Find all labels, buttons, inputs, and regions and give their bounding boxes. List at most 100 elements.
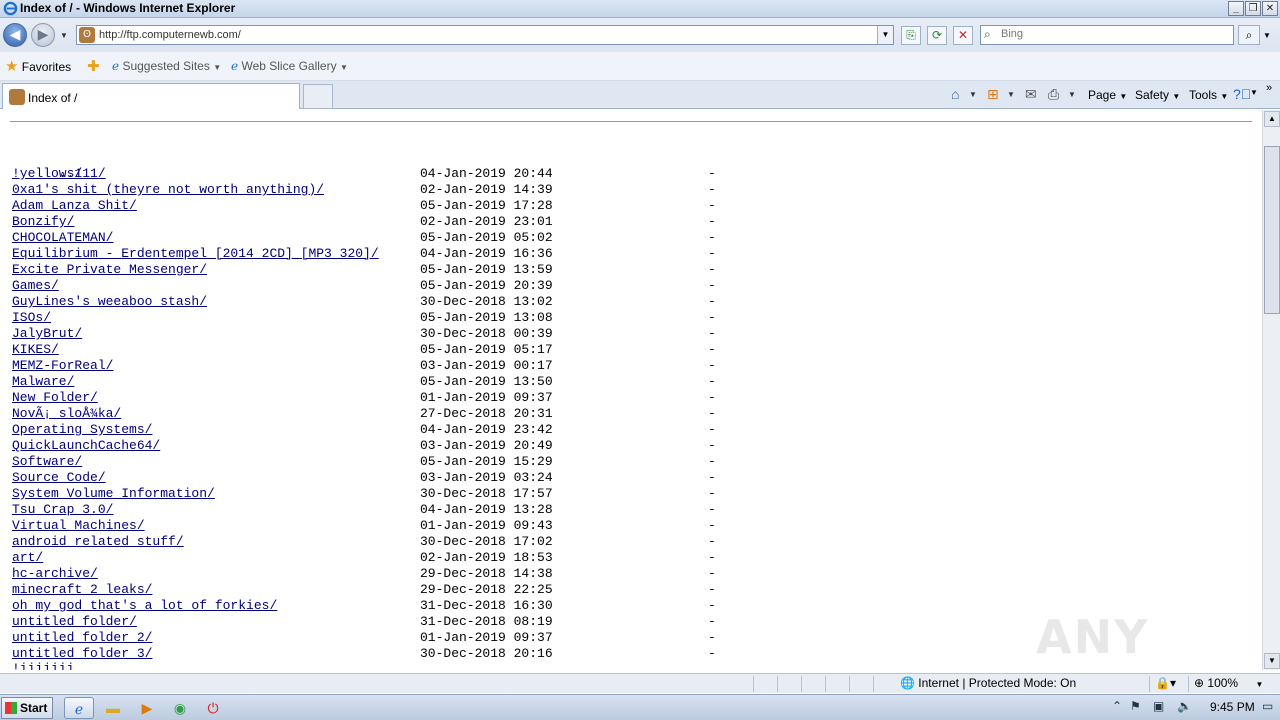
safety-menu[interactable]: Safety ▼ bbox=[1135, 88, 1180, 102]
modified-date: 30-Dec-2018 17:02 bbox=[420, 534, 553, 549]
scroll-down-button[interactable]: ▼ bbox=[1264, 653, 1280, 669]
search-box[interactable]: ⌕ bbox=[980, 25, 1234, 45]
directory-link[interactable]: android related stuff/ bbox=[12, 534, 184, 549]
maximize-button[interactable]: ❐ bbox=[1245, 1, 1261, 16]
taskbar: Start ℯ ▬ ▶ ◉ ⏻ ⌃ ⚑ ▣ 🔈 9:45 PM ▭ bbox=[0, 694, 1280, 720]
start-button[interactable]: Start bbox=[1, 697, 53, 719]
directory-link[interactable]: 0xa1's shit (theyre not worth anything)/ bbox=[12, 182, 324, 197]
internet-explorer-icon bbox=[3, 1, 18, 16]
chevron-down-icon[interactable]: ▼ bbox=[1068, 90, 1076, 99]
chevron-down-icon[interactable]: ▼ bbox=[1250, 88, 1258, 97]
show-desktop-icon[interactable]: ▭ bbox=[1262, 699, 1273, 713]
chevron-down-icon[interactable]: ▼ bbox=[969, 90, 977, 99]
favorites-button[interactable]: ★ Favorites bbox=[5, 57, 71, 75]
search-button[interactable]: ⌕ bbox=[1238, 25, 1260, 45]
taskbar-media-player-icon[interactable]: ▶ bbox=[132, 697, 162, 719]
vertical-scrollbar[interactable]: ▲ ▼ bbox=[1262, 110, 1280, 670]
mail-icon[interactable]: ✉ bbox=[1025, 86, 1037, 103]
directory-link[interactable]: oh my god that's a lot of forkies/ bbox=[12, 598, 277, 613]
directory-link[interactable]: QuickLaunchCache64/ bbox=[12, 438, 160, 453]
modified-date: 05-Jan-2019 13:50 bbox=[420, 374, 553, 389]
directory-link[interactable]: Bonzify/ bbox=[12, 214, 74, 229]
directory-link[interactable]: untitled folder/ bbox=[12, 614, 137, 629]
modified-date: 31-Dec-2018 08:19 bbox=[420, 614, 553, 629]
refresh-button[interactable]: ⟳ bbox=[927, 26, 947, 45]
directory-link[interactable]: Operating Systems/ bbox=[12, 422, 152, 437]
volume-icon[interactable]: 🔈 bbox=[1177, 699, 1192, 713]
tab-index[interactable]: Index of / bbox=[2, 83, 300, 109]
favorites-label: Favorites bbox=[21, 60, 72, 74]
web-slice-gallery-button[interactable]: ℯ Web Slice Gallery ▼ bbox=[231, 59, 348, 73]
directory-link[interactable]: untitled folder 3/ bbox=[12, 646, 152, 661]
stop-button[interactable]: ✕ bbox=[953, 26, 973, 45]
modified-date: 27-Dec-2018 20:31 bbox=[420, 406, 553, 421]
taskbar-chrome-icon[interactable]: ◉ bbox=[165, 697, 195, 719]
directory-link[interactable]: untitled folder 2/ bbox=[12, 630, 152, 645]
directory-link[interactable]: Source Code/ bbox=[12, 470, 106, 485]
directory-link[interactable]: Adam Lanza Shit/ bbox=[12, 198, 137, 213]
clock[interactable]: 9:45 PM bbox=[1210, 700, 1255, 714]
directory-link[interactable]: ISOs/ bbox=[12, 310, 51, 325]
directory-link[interactable]: Tsu Crap 3.0/ bbox=[12, 502, 113, 517]
scroll-thumb[interactable] bbox=[1264, 146, 1280, 314]
directory-link[interactable]: Games/ bbox=[12, 278, 59, 293]
close-button[interactable]: ✕ bbox=[1262, 1, 1278, 16]
forward-button[interactable]: ▶ bbox=[31, 23, 55, 47]
directory-link[interactable]: Software/ bbox=[12, 454, 82, 469]
tools-menu[interactable]: Tools ▼ bbox=[1189, 88, 1228, 102]
directory-link[interactable]: Excite Private Messenger/ bbox=[12, 262, 207, 277]
scroll-up-button[interactable]: ▲ bbox=[1264, 111, 1280, 127]
directory-link[interactable]: Malware/ bbox=[12, 374, 74, 389]
help-icon[interactable]: ?⃝ bbox=[1233, 86, 1251, 102]
directory-row: untitled folder 2/01-Jan-2019 09:37 - bbox=[12, 630, 716, 646]
directory-link[interactable]: System Volume Information/ bbox=[12, 486, 215, 501]
feeds-icon[interactable]: ⊞ bbox=[987, 86, 999, 103]
status-divider bbox=[801, 676, 802, 692]
search-input[interactable] bbox=[1001, 28, 1226, 40]
directory-link[interactable]: KIKES/ bbox=[12, 342, 59, 357]
address-url[interactable]: http://ftp.computernewb.com/ bbox=[99, 29, 241, 41]
directory-link[interactable]: CHOCOLATEMAN/ bbox=[12, 230, 113, 245]
modified-date: 30-Dec-2018 00:39 bbox=[420, 326, 553, 341]
directory-link[interactable]: !yellows111/ bbox=[12, 166, 106, 181]
recent-pages-dropdown[interactable]: ▼ bbox=[60, 31, 68, 40]
suggested-sites-button[interactable]: ℯ Suggested Sites ▼ bbox=[112, 59, 221, 73]
chevron-down-icon[interactable]: ▼ bbox=[1007, 90, 1015, 99]
directory-link[interactable]: NovÃ¡ sloÅ¾ka/ bbox=[12, 406, 121, 421]
tray-expand-icon[interactable]: ⌃ bbox=[1112, 699, 1122, 713]
directory-link[interactable]: JalyBrut/ bbox=[12, 326, 82, 341]
page-menu[interactable]: Page ▼ bbox=[1088, 88, 1127, 102]
action-center-flag-icon[interactable]: ⚑ bbox=[1130, 699, 1141, 713]
directory-link[interactable]: art/ bbox=[12, 550, 43, 565]
directory-link[interactable]: Virtual Machines/ bbox=[12, 518, 145, 533]
directory-link[interactable]: MEMZ-ForReal/ bbox=[12, 358, 113, 373]
directory-row: Adam Lanza Shit/05-Jan-2019 17:28 - bbox=[12, 198, 716, 214]
network-icon[interactable]: ▣ bbox=[1153, 699, 1164, 713]
zoom-control[interactable]: ⊕ 100% ▼ bbox=[1194, 676, 1263, 690]
directory-link[interactable]: New Folder/ bbox=[12, 390, 98, 405]
taskbar-stop-app-icon[interactable]: ⏻ bbox=[198, 697, 228, 719]
search-options-dropdown[interactable]: ▼ bbox=[1263, 31, 1271, 40]
new-tab-button[interactable] bbox=[303, 84, 333, 109]
more-commands-icon[interactable]: » bbox=[1266, 82, 1272, 94]
search-icon: ⌕ bbox=[984, 27, 991, 41]
address-dropdown-button[interactable]: ▼ bbox=[877, 26, 893, 44]
directory-row: Excite Private Messenger/05-Jan-2019 13:… bbox=[12, 262, 716, 278]
taskbar-internet-explorer-icon[interactable]: ℯ bbox=[64, 697, 94, 719]
security-zone[interactable]: 🌐 Internet | Protected Mode: On bbox=[900, 676, 1076, 690]
print-icon[interactable]: ⎙ bbox=[1048, 86, 1059, 103]
taskbar-explorer-icon[interactable]: ▬ bbox=[98, 697, 128, 719]
compatibility-view-button[interactable]: ⎘ bbox=[901, 26, 921, 45]
directory-link[interactable]: hc-archive/ bbox=[12, 566, 98, 581]
protected-mode-icon[interactable]: 🔒▾ bbox=[1155, 676, 1176, 690]
directory-link[interactable]: minecraft 2 leaks/ bbox=[12, 582, 152, 597]
directory-link[interactable]: GuyLines's weeaboo stash/ bbox=[12, 294, 207, 309]
address-bar[interactable]: ʘ http://ftp.computernewb.com/ ▼ bbox=[76, 25, 894, 45]
modified-date: 05-Jan-2019 05:02 bbox=[420, 230, 553, 245]
home-icon[interactable]: ⌂ bbox=[951, 86, 959, 102]
file-size: - bbox=[708, 646, 716, 661]
minimize-button[interactable]: _ bbox=[1228, 1, 1244, 16]
directory-link[interactable]: Equilibrium - Erdentempel [2014 2CD] [MP… bbox=[12, 246, 379, 261]
back-button[interactable]: ◀ bbox=[3, 23, 27, 47]
add-to-favorites-icon[interactable]: ✚ bbox=[87, 57, 100, 75]
